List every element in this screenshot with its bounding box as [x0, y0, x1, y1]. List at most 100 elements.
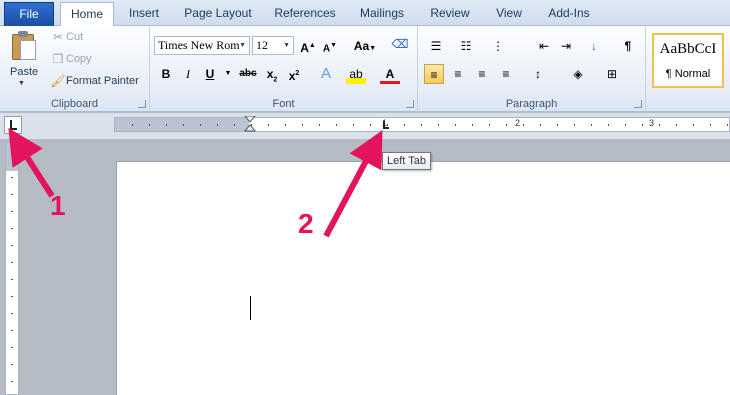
tooltip: Left Tab [382, 152, 431, 170]
bold-button[interactable]: B [156, 64, 176, 84]
clear-formatting-button[interactable]: ⌫ [390, 34, 410, 54]
bullets-icon[interactable]: ☰ [426, 36, 446, 56]
document-area [22, 139, 730, 395]
superscript-sup: 2 [295, 70, 300, 77]
tab-page-layout[interactable]: Page Layout [178, 2, 258, 26]
grow-font-icon: A [300, 41, 309, 55]
paste-icon[interactable] [10, 30, 38, 62]
ruler-tick [523, 124, 524, 126]
grow-font-button[interactable]: A▲ [298, 36, 318, 56]
subscript-button[interactable]: x2 [262, 64, 282, 84]
ruler-tick [268, 124, 269, 126]
ruler-number: 2 [515, 118, 521, 128]
align-left-icon[interactable]: ≡ [424, 64, 444, 84]
paste-button[interactable]: Paste [10, 66, 38, 78]
font-name-box[interactable]: Times New Rom ▼ [154, 36, 250, 55]
show-marks-button[interactable]: ¶ [618, 36, 638, 56]
font-color-icon: A [385, 67, 395, 81]
ruler-tick [659, 124, 660, 126]
ruler-tick [302, 124, 303, 126]
line-spacing-icon[interactable]: ↕ [528, 64, 548, 84]
ruler-margin [115, 118, 249, 131]
numbering-icon[interactable]: ☷ [456, 36, 476, 56]
callout-number-1: 1 [50, 190, 66, 221]
tab-home[interactable]: Home [60, 2, 114, 27]
style-name: ¶ Normal [665, 68, 711, 80]
change-case-button[interactable]: Aa▼ [350, 36, 380, 56]
increase-indent-icon[interactable]: ⇥ [556, 36, 576, 56]
superscript-button[interactable]: x2 [284, 64, 304, 84]
ruler-bar: 1 2 3 [0, 113, 730, 139]
chevron-down-icon: ▼ [283, 41, 290, 49]
tab-review[interactable]: Review [424, 2, 476, 26]
document-page[interactable] [116, 161, 730, 395]
highlighter-icon: ab [349, 67, 363, 81]
paragraph-group: ☰ ☷ ⋮ ⇤ ⇥ ↓ ¶ ≡ ≡ ≡ ≡ ↕ ◈ ⊞ Paragraph [418, 26, 646, 112]
justify-icon[interactable]: ≡ [496, 64, 516, 84]
chevron-down-icon[interactable]: ▼ [18, 80, 25, 87]
ruler-tick [234, 124, 235, 126]
highlight-button[interactable]: ab [346, 64, 366, 84]
vertical-ruler-tick [11, 262, 13, 263]
text-effects-button[interactable]: A [316, 64, 336, 84]
subscript-sub: 2 [273, 76, 278, 84]
copy-label: Copy [66, 53, 92, 65]
font-color-button[interactable]: A [380, 64, 400, 84]
font-launcher-icon[interactable] [406, 100, 414, 108]
ruler-tick [557, 124, 558, 126]
align-center-icon[interactable]: ≡ [448, 64, 468, 84]
cut-button[interactable]: ✂ Cut [50, 30, 83, 44]
borders-icon[interactable]: ⊞ [602, 64, 622, 84]
style-sample-text: AaBbCcI [659, 41, 717, 57]
vertical-ruler-tick [11, 177, 13, 178]
tab-insert[interactable]: Insert [120, 2, 168, 26]
ruler-tick [421, 124, 422, 126]
clipboard-group-label: Clipboard [50, 98, 99, 110]
font-group-label: Font [272, 98, 295, 110]
vertical-ruler-tick [11, 279, 13, 280]
vertical-ruler-tick [11, 364, 13, 365]
style-normal[interactable]: AaBbCcI ¶ Normal [652, 33, 724, 88]
left-tab-stop-icon[interactable] [383, 121, 389, 129]
align-right-icon[interactable]: ≡ [472, 64, 492, 84]
ruler-tick [540, 124, 541, 126]
callout-number-2: 2 [298, 208, 314, 239]
italic-button[interactable]: I [178, 64, 198, 84]
tab-selector-icon[interactable] [4, 116, 22, 134]
tab-references[interactable]: References [268, 2, 342, 26]
format-painter-button[interactable]: 🖌 Format Painter [50, 74, 138, 88]
ruler-tick [642, 124, 643, 126]
sort-icon[interactable]: ↓ [584, 36, 604, 56]
underline-button[interactable]: U [200, 64, 220, 84]
ruler-tick [591, 124, 592, 126]
tab-add-ins[interactable]: Add-Ins [540, 2, 598, 26]
ruler-tick [710, 124, 711, 126]
shrink-font-button[interactable]: A▼ [320, 36, 340, 56]
font-size-value: 12 [256, 38, 268, 52]
ruler-tick [200, 124, 201, 126]
clipboard-launcher-icon[interactable] [138, 100, 146, 108]
font-size-box[interactable]: 12 ▼ [252, 36, 294, 55]
paragraph-launcher-icon[interactable] [634, 100, 642, 108]
ruler-tick [336, 124, 337, 126]
multilevel-list-icon[interactable]: ⋮ [488, 36, 508, 56]
tab-mailings[interactable]: Mailings [350, 2, 414, 26]
indent-marker-icon[interactable] [244, 116, 256, 134]
ruler-tick [489, 124, 490, 126]
vertical-ruler[interactable] [5, 142, 19, 395]
tab-view[interactable]: View [488, 2, 530, 26]
ruler-tick [727, 124, 728, 126]
shading-icon[interactable]: ◈ [568, 64, 588, 84]
ruler-tick [285, 124, 286, 126]
copy-icon: ❐ [52, 52, 64, 66]
cut-label: Cut [66, 31, 84, 43]
ruler-tick [132, 124, 133, 126]
strikethrough-button[interactable]: abc [236, 64, 260, 84]
horizontal-ruler[interactable]: 1 2 3 [114, 116, 730, 134]
vertical-ruler-tick [11, 228, 13, 229]
chevron-down-icon[interactable]: ▼ [218, 64, 238, 84]
ruler-tick [319, 124, 320, 126]
copy-button[interactable]: ❐ Copy [50, 52, 92, 66]
decrease-indent-icon[interactable]: ⇤ [534, 36, 554, 56]
tab-file[interactable]: File [4, 2, 54, 26]
